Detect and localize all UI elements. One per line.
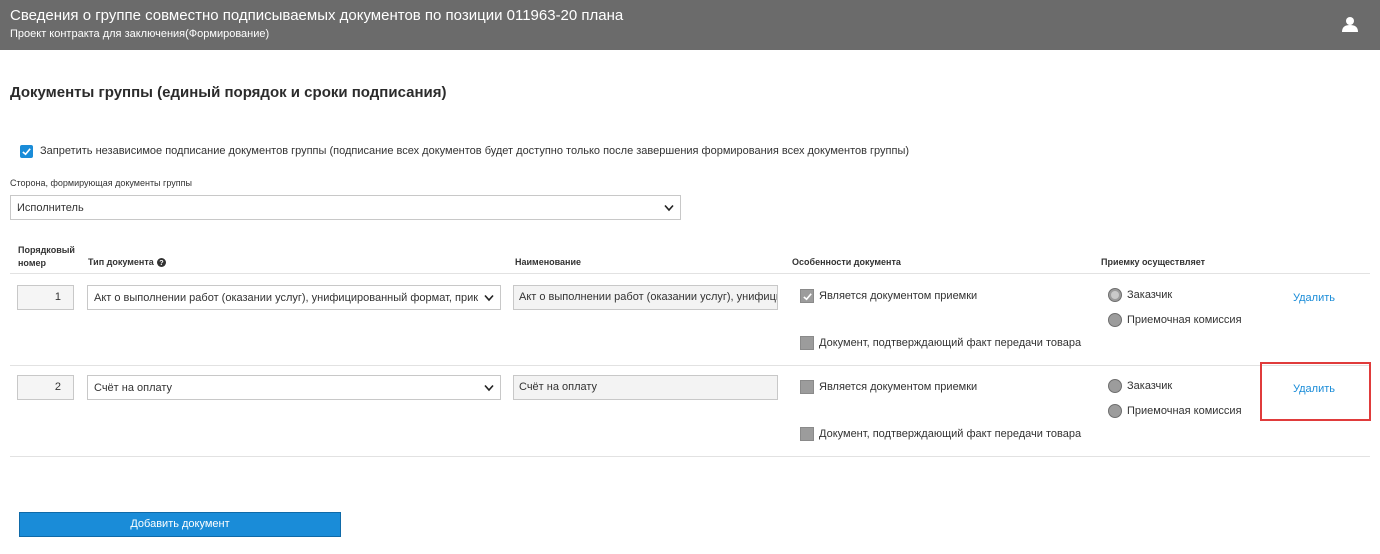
acceptor-customer-radio[interactable]: Заказчик: [1108, 287, 1172, 303]
column-header-number-line1: Порядковый: [18, 245, 75, 255]
radio-icon[interactable]: [1108, 404, 1122, 418]
radio-icon[interactable]: [1108, 379, 1122, 393]
feature-transfer-label: Документ, подтверждающий факт передачи т…: [819, 337, 1082, 349]
acceptor-customer-radio[interactable]: Заказчик: [1108, 378, 1172, 394]
column-header-type: Тип документа ?: [88, 256, 166, 269]
delete-row-link[interactable]: Удалить: [1293, 292, 1335, 304]
checkbox-checked-icon[interactable]: [20, 144, 33, 158]
document-type-select[interactable]: Акт о выполнении работ (оказании услуг),…: [87, 285, 501, 310]
column-header-number-line2: номер: [18, 258, 46, 268]
column-header-name: Наименование: [515, 257, 582, 267]
row-divider: [10, 365, 1370, 366]
page-subtitle: Проект контракта для заключения(Формиров…: [10, 28, 270, 40]
highlight-frame: [1260, 362, 1371, 421]
chevron-down-icon: [484, 294, 494, 301]
acceptor-commission-radio[interactable]: Приемочная комиссия: [1108, 312, 1242, 328]
page-title: Сведения о группе совместно подписываемы…: [10, 7, 624, 24]
svg-text:?: ?: [159, 258, 163, 267]
feature-acceptance-label: Является документом приемки: [819, 290, 978, 302]
feature-transfer-checkbox[interactable]: Документ, подтверждающий факт передачи т…: [800, 427, 1081, 441]
acceptor-customer-label: Заказчик: [1127, 289, 1173, 301]
section-title: Документы группы (единый порядок и сроки…: [10, 84, 447, 101]
forming-side-select[interactable]: Исполнитель: [10, 195, 681, 220]
document-type-select[interactable]: Счёт на оплату: [87, 375, 501, 400]
help-icon[interactable]: ?: [156, 258, 166, 267]
row-divider: [10, 273, 1370, 274]
feature-acceptance-label: Является документом приемки: [819, 381, 978, 393]
document-type-value: Акт о выполнении работ (оказании услуг),…: [94, 291, 478, 304]
acceptor-commission-label: Приемочная комиссия: [1127, 405, 1242, 417]
acceptor-customer-label: Заказчик: [1127, 380, 1173, 392]
feature-acceptance-checkbox[interactable]: Является документом приемки: [800, 380, 977, 394]
chevron-down-icon: [664, 204, 674, 211]
user-icon[interactable]: [1342, 16, 1358, 32]
column-header-type-label: Тип документа: [88, 257, 154, 267]
checkbox-checked-icon[interactable]: [800, 289, 814, 303]
acceptor-commission-radio[interactable]: Приемочная комиссия: [1108, 403, 1242, 419]
document-name-input[interactable]: Акт о выполнении работ (оказании услуг),…: [513, 285, 778, 310]
checkbox-icon[interactable]: [800, 427, 814, 441]
chevron-down-icon: [484, 384, 494, 391]
column-header-acceptance: Приемку осуществляет: [1101, 257, 1206, 267]
row-number-input[interactable]: 1: [17, 285, 74, 310]
row-number-input[interactable]: 2: [17, 375, 74, 400]
page-header: Сведения о группе совместно подписываемы…: [0, 0, 1380, 50]
forming-side-label: Сторона, формирующая документы группы: [10, 178, 192, 188]
column-header-number: Порядковый номер: [18, 244, 75, 270]
document-name-input[interactable]: Счёт на оплату: [513, 375, 778, 400]
column-header-features: Особенности документа: [792, 257, 901, 267]
feature-transfer-checkbox[interactable]: Документ, подтверждающий факт передачи т…: [800, 336, 1081, 350]
forbid-independent-signing-checkbox[interactable]: Запретить независимое подписание докумен…: [20, 143, 909, 159]
feature-acceptance-checkbox[interactable]: Является документом приемки: [800, 289, 977, 303]
forbid-independent-signing-label: Запретить независимое подписание докумен…: [40, 145, 910, 157]
forming-side-value: Исполнитель: [17, 201, 84, 214]
acceptor-commission-label: Приемочная комиссия: [1127, 314, 1242, 326]
feature-transfer-label: Документ, подтверждающий факт передачи т…: [819, 428, 1082, 440]
add-document-button[interactable]: Добавить документ: [19, 512, 341, 537]
radio-icon[interactable]: [1108, 313, 1122, 327]
row-divider: [10, 456, 1370, 457]
document-type-value: Счёт на оплату: [94, 381, 173, 394]
checkbox-icon[interactable]: [800, 336, 814, 350]
checkbox-icon[interactable]: [800, 380, 814, 394]
radio-selected-icon[interactable]: [1108, 288, 1122, 302]
